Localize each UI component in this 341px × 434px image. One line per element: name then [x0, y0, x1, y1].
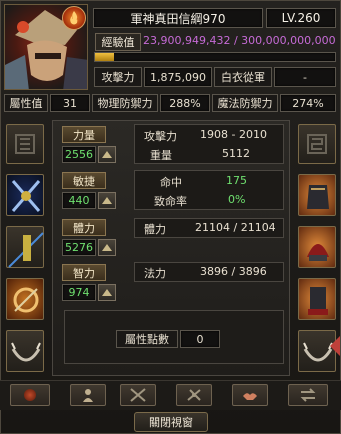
- claw-necklace-icon: [11, 342, 41, 362]
- physical-defense-label: 物理防禦力: [92, 94, 158, 112]
- equip-slot-empty-right[interactable]: [298, 124, 336, 164]
- exp-value: 23,900,949,432 / 300,000,000,000: [143, 34, 336, 47]
- detail-hit-value: 175: [226, 174, 247, 187]
- detail-hp-value: 21104 / 21104: [195, 221, 276, 234]
- detail-attack-value: 1908 - 2010: [200, 128, 267, 141]
- equip-slot-boots[interactable]: [298, 278, 336, 320]
- up-arrow-icon: [102, 151, 112, 158]
- character-icon: [83, 389, 93, 402]
- spear-icon: [8, 232, 44, 268]
- intelligence-value: 974: [62, 284, 96, 301]
- character-name-text: 軍神真田信綱970: [130, 11, 226, 26]
- attack-power-label: 攻擊力: [94, 67, 142, 87]
- detail-crit-value: 0%: [228, 193, 246, 206]
- detail-weight-label: 重量: [150, 149, 172, 162]
- toolbar-button-equipment[interactable]: [176, 384, 212, 406]
- exp-bar-fill: [95, 53, 115, 61]
- intelligence-button[interactable]: 智力: [62, 264, 106, 281]
- attr-value: 31: [50, 94, 90, 112]
- ring-icon: [13, 287, 39, 313]
- vitality-value: 5276: [62, 239, 96, 256]
- agility-value: 440: [62, 192, 96, 209]
- equip-slot-helmet[interactable]: [298, 226, 336, 268]
- detail-weight-value: 5112: [222, 147, 250, 160]
- strength-value: 2556: [62, 146, 96, 163]
- crossed-tools-icon: [130, 388, 146, 402]
- equip-slot-empty-left[interactable]: [6, 124, 44, 164]
- detail-crit-label: 致命率: [154, 195, 187, 208]
- red-orb-icon: [24, 389, 36, 401]
- level-text: LV.260: [281, 11, 321, 25]
- intelligence-increase-button[interactable]: [98, 284, 116, 301]
- attack-power-value: 1,875,090: [144, 67, 212, 87]
- equip-slot-spear[interactable]: [6, 226, 44, 268]
- strength-button[interactable]: 力量: [62, 126, 106, 143]
- helmet-icon: [307, 244, 329, 261]
- detail-hit-label: 命中: [160, 176, 182, 189]
- equip-slot-crossed-swords[interactable]: [6, 174, 44, 216]
- exchange-icon: [300, 388, 316, 402]
- toolbar-button-character[interactable]: [70, 384, 106, 406]
- magic-defense-value: 274%: [280, 94, 336, 112]
- detail-attack-label: 攻擊力: [144, 130, 177, 143]
- detail-mp-label: 法力: [144, 267, 166, 280]
- up-arrow-icon: [102, 244, 112, 251]
- equip-slot-claw-left[interactable]: [6, 330, 44, 372]
- empty-slot-rune-icon-right: [307, 134, 327, 154]
- toolbar-button-skills[interactable]: [120, 384, 156, 406]
- level-display: LV.260: [266, 8, 336, 28]
- up-arrow-icon: [102, 197, 112, 204]
- toolbar-button-orb[interactable]: [10, 384, 50, 406]
- armor-icon: [307, 185, 329, 209]
- vitality-button[interactable]: 體力: [62, 219, 106, 236]
- magic-defense-label: 魔法防禦力: [212, 94, 278, 112]
- guild-value: -: [274, 67, 336, 87]
- agility-button[interactable]: 敏捷: [62, 172, 106, 189]
- boots-icon: [308, 287, 328, 315]
- equip-slot-armor[interactable]: [298, 174, 336, 216]
- detail-hp-label: 體力: [144, 223, 166, 236]
- close-window-button[interactable]: 關閉視窗: [134, 412, 208, 432]
- vitality-increase-button[interactable]: [98, 239, 116, 256]
- exp-bar: [94, 52, 336, 62]
- empty-slot-rune-icon: [15, 134, 35, 154]
- strength-increase-button[interactable]: [98, 146, 116, 163]
- window-edge-marker: [330, 336, 340, 356]
- fire-element-icon: [62, 6, 86, 30]
- up-arrow-icon: [102, 289, 112, 296]
- equip-slot-ring[interactable]: [6, 278, 44, 320]
- agility-increase-button[interactable]: [98, 192, 116, 209]
- attribute-points-value: 0: [180, 330, 220, 348]
- guild-label: 白衣從軍: [214, 67, 272, 87]
- weapons-icon: [187, 389, 201, 401]
- attr-value-label: 屬性值: [4, 94, 48, 112]
- detail-mp-value: 3896 / 3896: [200, 265, 267, 278]
- toolbar-button-exchange[interactable]: [288, 384, 328, 406]
- physical-defense-value: 288%: [160, 94, 210, 112]
- exp-label: 經驗值: [95, 33, 141, 51]
- character-name: 軍神真田信綱970: [93, 8, 263, 28]
- crossed-swords-icon: [11, 180, 41, 212]
- attribute-points-label: 屬性點數: [116, 330, 178, 348]
- handshake-icon: [243, 393, 257, 400]
- toolbar-button-social[interactable]: [232, 384, 268, 406]
